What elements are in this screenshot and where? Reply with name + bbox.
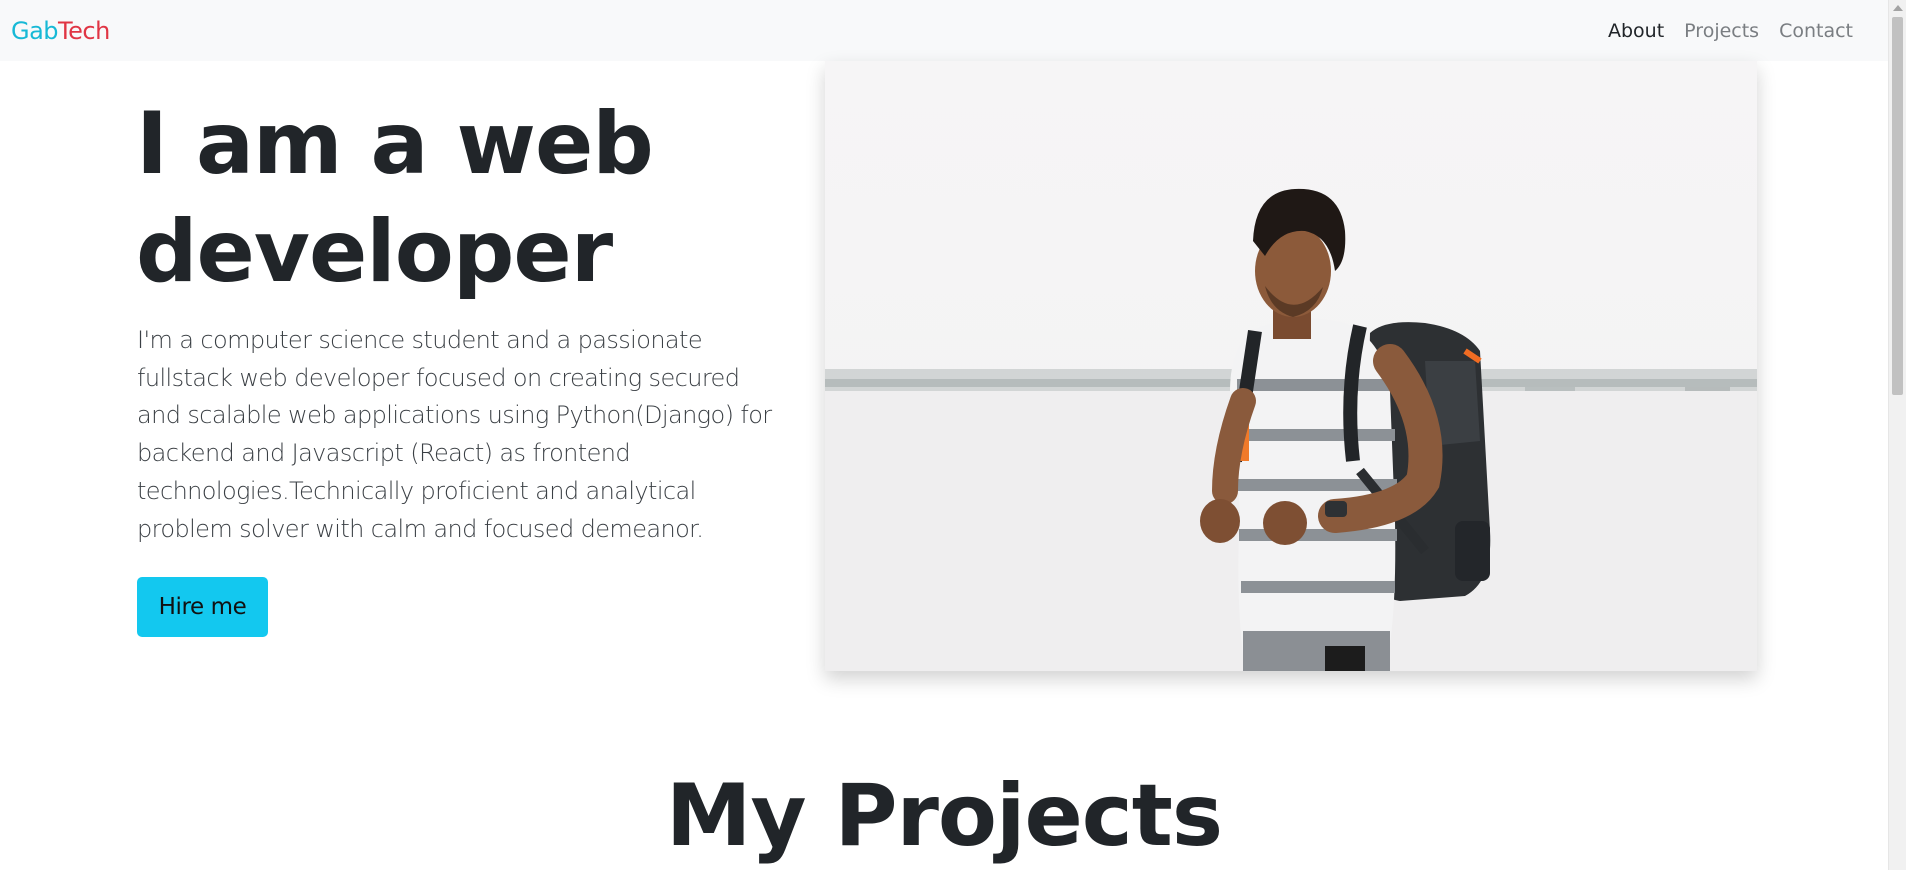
hire-me-button[interactable]: Hire me — [137, 577, 268, 637]
nav-link-projects[interactable]: Projects — [1674, 20, 1769, 42]
brand-logo[interactable]: GabTech — [11, 17, 110, 45]
hero-photo — [825, 61, 1757, 671]
page-scrollbar[interactable] — [1888, 0, 1906, 870]
nav-links: About Projects Contact — [1598, 20, 1863, 42]
backpacker-illustration — [825, 188, 1757, 671]
brand-part-tech: Tech — [58, 16, 110, 45]
projects-section-title: My Projects — [665, 766, 1223, 866]
scrollbar-thumb[interactable] — [1892, 17, 1903, 395]
navbar: GabTech About Projects Contact — [0, 0, 1888, 61]
nav-link-about[interactable]: About — [1598, 20, 1674, 42]
brand-part-gab: Gab — [11, 16, 59, 45]
hero-description: I'm a computer science student and a pas… — [137, 326, 772, 543]
scroll-up-arrow-icon[interactable] — [1893, 5, 1903, 11]
nav-link-contact[interactable]: Contact — [1769, 20, 1863, 42]
hero-title: I am a web developer — [136, 94, 654, 302]
